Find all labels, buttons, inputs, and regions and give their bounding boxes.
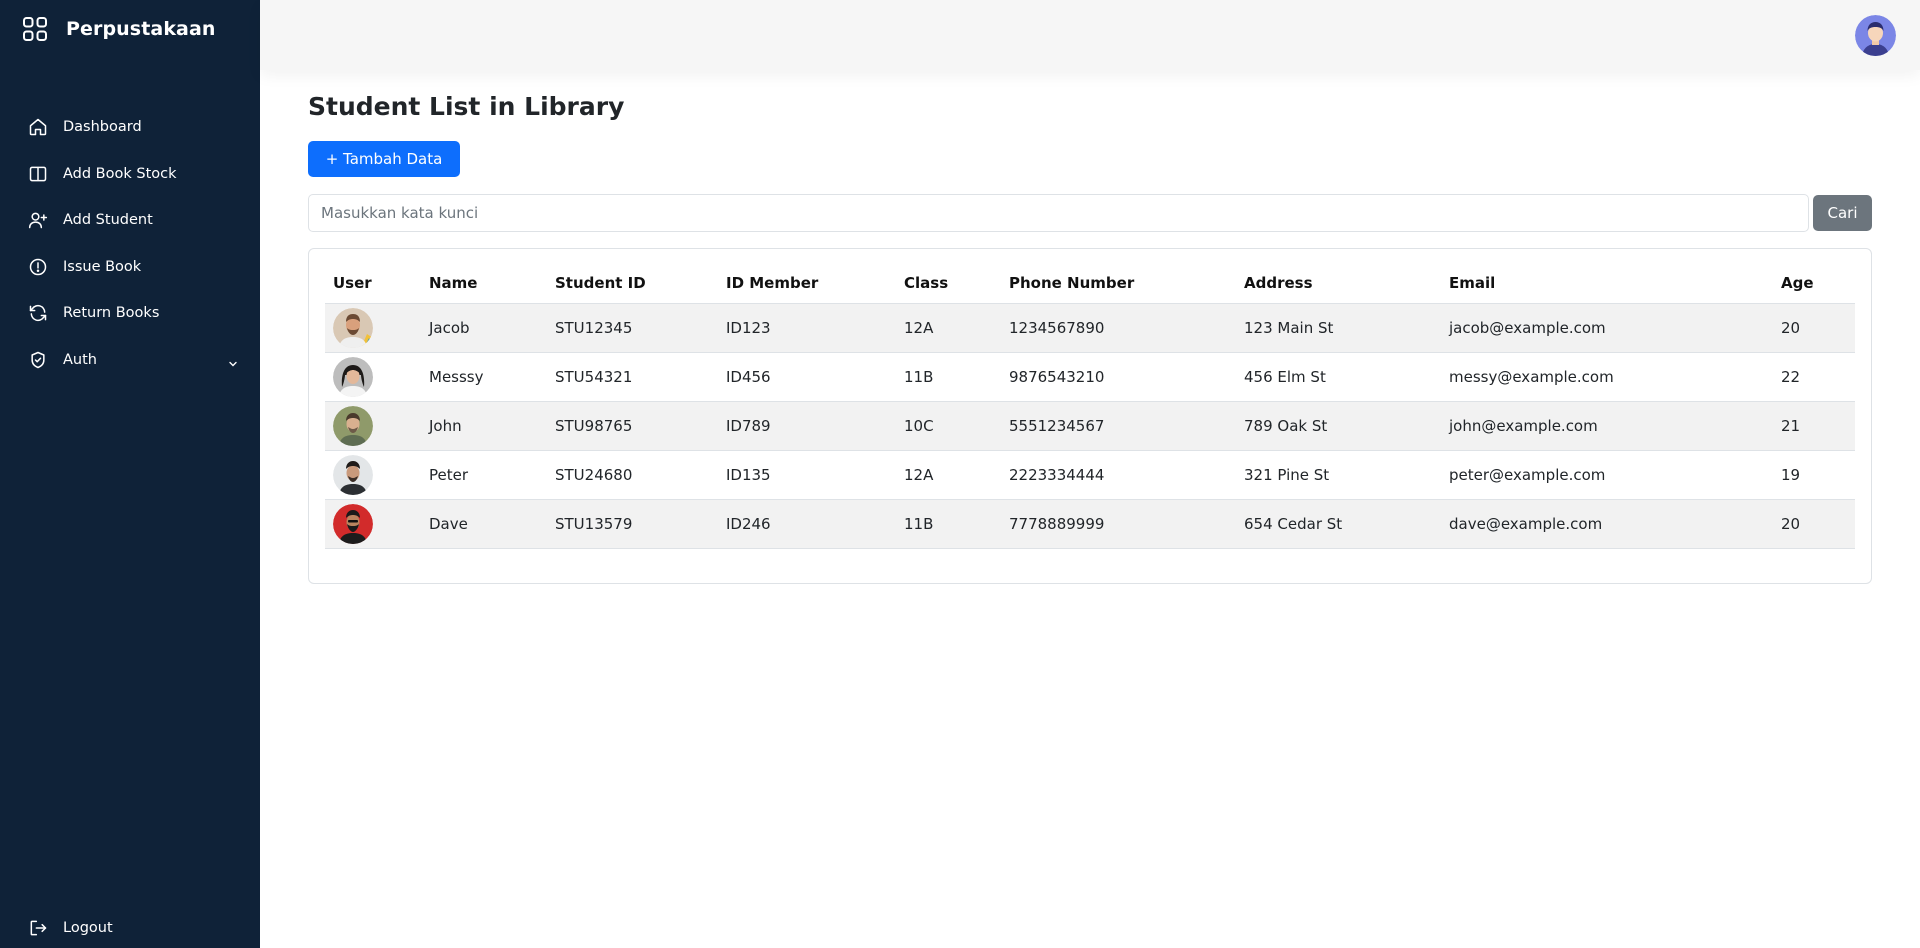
cell-student-id: STU12345 [547,303,718,353]
search-input[interactable] [308,194,1809,232]
cell-student-id: STU13579 [547,499,718,549]
cell-student-id: STU54321 [547,352,718,402]
cell-id-member: ID789 [718,401,896,451]
sidebar-item-dashboard[interactable]: Dashboard [0,104,260,151]
shield-check-icon [28,350,48,370]
sidebar-item-add-student[interactable]: Add Student [0,197,260,244]
sidebar-item-label: Issue Book [63,258,142,275]
column-header-age[interactable]: Age [1773,263,1855,304]
cell-class: 11B [896,499,1001,549]
cell-phone: 7778889999 [1001,499,1236,549]
avatar [333,503,373,544]
brand[interactable]: Perpustakaan [22,16,216,42]
cell-name: John [421,401,547,451]
cell-phone: 9876543210 [1001,352,1236,402]
cell-id-member: ID246 [718,499,896,549]
sidebar-item-label: Dashboard [63,119,142,136]
column-header-student-id[interactable]: Student ID [547,263,718,304]
cell-address: 789 Oak St [1236,401,1441,451]
column-header-user[interactable]: User [325,263,421,304]
cell-id-member: ID135 [718,450,896,500]
column-header-id-member[interactable]: ID Member [718,263,896,304]
cell-id-member: ID456 [718,352,896,402]
table-row[interactable]: Dave STU13579 ID246 11B 7778889999 654 C… [325,499,1855,549]
search-button[interactable]: Cari [1813,195,1872,231]
cell-address: 456 Elm St [1236,352,1441,402]
cell-phone: 2223334444 [1001,450,1236,500]
avatar [333,454,373,495]
column-header-name[interactable]: Name [421,263,547,304]
cell-address: 123 Main St [1236,303,1441,353]
page-title: Student List in Library [308,92,625,121]
avatar [333,356,373,397]
chevron-down-icon[interactable] [228,354,238,373]
column-header-phone[interactable]: Phone Number [1001,263,1236,304]
sidebar-item-label: Add Student [63,212,153,229]
cell-address: 654 Cedar St [1236,499,1441,549]
sidebar-item-auth[interactable]: Auth [0,337,260,384]
table-header-row: User Name Student ID ID Member Class Pho… [325,263,1855,304]
grid-icon [22,16,48,42]
cell-class: 12A [896,303,1001,353]
cell-phone: 1234567890 [1001,303,1236,353]
table-row[interactable]: Peter STU24680 ID135 12A 2223334444 321 … [325,450,1855,500]
book-icon [28,164,48,184]
avatar [333,405,373,446]
sidebar-item-label: Auth [63,351,97,368]
home-icon [28,117,48,137]
avatar[interactable] [1855,15,1896,56]
alert-circle-icon [28,257,48,277]
cell-email: john@example.com [1441,401,1773,451]
cell-email: dave@example.com [1441,499,1773,549]
cell-email: peter@example.com [1441,450,1773,500]
column-header-address[interactable]: Address [1236,263,1441,304]
cell-name: Messsy [421,352,547,402]
column-header-email[interactable]: Email [1441,263,1773,304]
logout-label: Logout [63,920,113,936]
cell-email: jacob@example.com [1441,303,1773,353]
cell-id-member: ID123 [718,303,896,353]
column-header-class[interactable]: Class [896,263,1001,304]
cell-address: 321 Pine St [1236,450,1441,500]
sidebar-nav: Dashboard Add Book Stock Add Student Iss… [0,104,260,383]
cell-class: 12A [896,450,1001,500]
cell-name: Dave [421,499,547,549]
cell-email: messy@example.com [1441,352,1773,402]
sidebar: Perpustakaan Dashboard Add Book Stock Ad… [0,0,260,948]
cell-class: 11B [896,352,1001,402]
sidebar-item-return-books[interactable]: Return Books [0,290,260,337]
top-header [260,0,1920,70]
cell-age: 19 [1773,450,1855,500]
cell-age: 21 [1773,401,1855,451]
sidebar-item-add-book-stock[interactable]: Add Book Stock [0,151,260,198]
cell-name: Jacob [421,303,547,353]
student-table-card: User Name Student ID ID Member Class Pho… [308,248,1872,584]
cell-student-id: STU24680 [547,450,718,500]
table-row[interactable]: Jacob STU12345 ID123 12A 1234567890 123 … [325,303,1855,353]
user-plus-icon [28,210,48,230]
avatar [333,307,373,348]
sidebar-item-label: Return Books [63,305,160,322]
cell-age: 20 [1773,303,1855,353]
table-row[interactable]: John STU98765 ID789 10C 5551234567 789 O… [325,401,1855,451]
cell-phone: 5551234567 [1001,401,1236,451]
student-table: User Name Student ID ID Member Class Pho… [325,263,1855,549]
sidebar-item-issue-book[interactable]: Issue Book [0,244,260,291]
cell-student-id: STU98765 [547,401,718,451]
table-row[interactable]: Messsy STU54321 ID456 11B 9876543210 456… [325,352,1855,402]
cell-age: 20 [1773,499,1855,549]
cell-class: 10C [896,401,1001,451]
brand-title: Perpustakaan [66,18,216,40]
cell-age: 22 [1773,352,1855,402]
logout-icon [28,918,48,938]
refresh-icon [28,303,48,323]
cell-name: Peter [421,450,547,500]
logout-button[interactable]: Logout [0,906,260,948]
sidebar-item-label: Add Book Stock [63,165,177,182]
add-data-button[interactable]: + Tambah Data [308,141,460,177]
